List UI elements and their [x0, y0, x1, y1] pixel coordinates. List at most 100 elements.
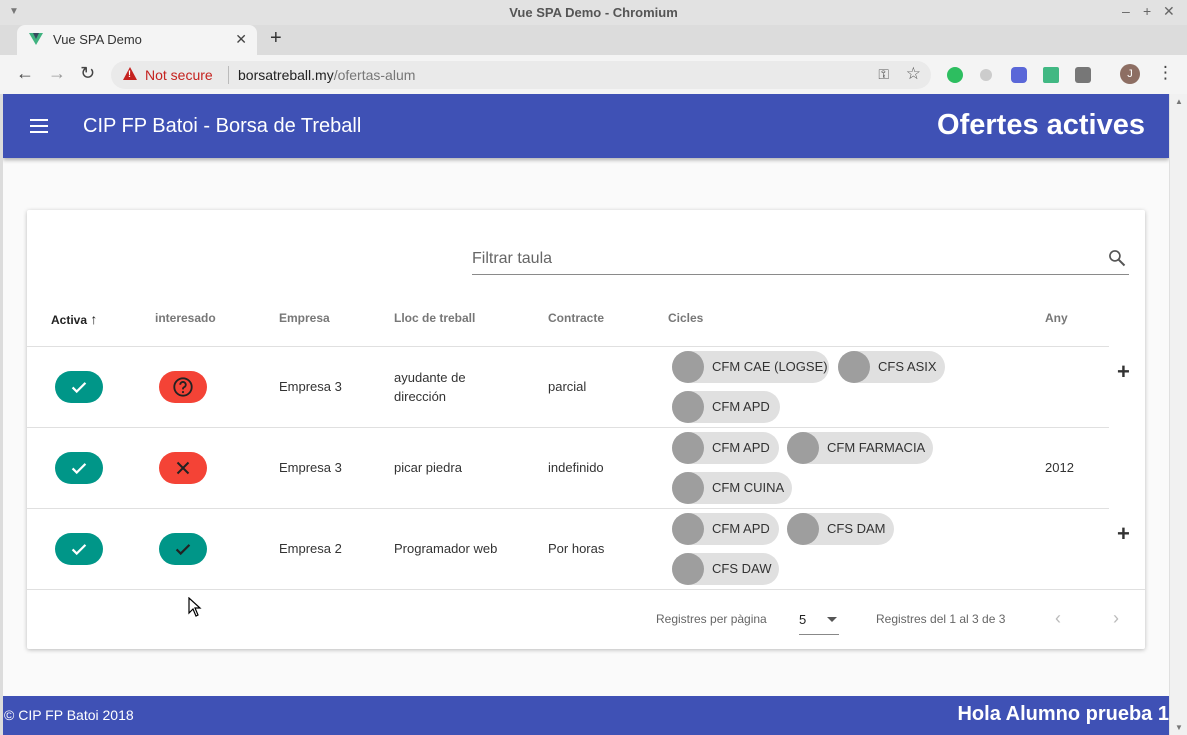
key-icon[interactable]: ⚿ [878, 66, 889, 83]
next-page-button[interactable]: › [1113, 608, 1119, 629]
activa-check-button[interactable] [55, 371, 103, 403]
check-icon [71, 463, 87, 475]
profile-avatar[interactable]: J [1120, 64, 1140, 84]
page-viewport: CIP FP Batoi - Borsa de Treball Ofertes … [3, 94, 1169, 735]
header-empresa[interactable]: Empresa [279, 311, 330, 325]
search-field[interactable]: Filtrar taula [472, 248, 1129, 275]
browser-toolbar: ← → ↻ Not secure borsatreball.my/ofertas… [0, 55, 1187, 94]
back-button[interactable]: ← [16, 63, 34, 84]
sort-asc-icon[interactable]: ↑ [90, 311, 97, 327]
header-any[interactable]: Any [1045, 311, 1068, 325]
range-text: Registres del 1 al 3 de 3 [876, 612, 1006, 626]
evernote-extension-icon[interactable] [947, 67, 963, 83]
search-placeholder: Filtrar taula [472, 250, 553, 267]
address-bar[interactable]: Not secure borsatreball.my/ofertas-alum … [111, 61, 931, 89]
bookmark-star-icon[interactable]: ☆ [906, 64, 921, 84]
app-title: CIP FP Batoi - Borsa de Treball [83, 115, 362, 137]
maximize-icon[interactable]: + [1143, 3, 1151, 19]
contracte-cell: parcial [548, 379, 587, 394]
url-path: /ofertas-alum [333, 67, 416, 83]
chip-avatar [672, 351, 704, 383]
contracte-cell: indefinido [548, 460, 604, 475]
interesado-yes-button[interactable] [159, 533, 207, 565]
browser-menu-icon[interactable]: ⋮ [1157, 63, 1174, 83]
close-icon [176, 461, 190, 475]
per-page-select[interactable]: 5 [799, 603, 839, 635]
cicle-chip[interactable]: CFM APD [672, 432, 779, 464]
scroll-down-icon[interactable]: ▼ [1175, 723, 1183, 732]
table-row[interactable]: Empresa 3 picar piedra indefinido CFM AP… [27, 428, 1109, 509]
footer-copyright: © CIP FP Batoi 2018 [4, 707, 134, 723]
table-row[interactable]: Empresa 3 ayudante de dirección parcial … [27, 347, 1130, 428]
close-window-icon[interactable]: ✕ [1163, 3, 1175, 20]
app-bar: CIP FP Batoi - Borsa de Treball Ofertes … [3, 94, 1169, 158]
minimize-icon[interactable]: – [1122, 3, 1130, 19]
header-cicles[interactable]: Cicles [668, 311, 703, 325]
window-titlebar: ▼ Vue SPA Demo - Chromium – + ✕ [0, 0, 1187, 25]
new-tab-button[interactable]: + [270, 27, 282, 50]
header-contracte[interactable]: Contracte [548, 311, 604, 325]
interesado-no-button[interactable] [159, 452, 207, 484]
cicle-chip[interactable]: CFM APD [672, 513, 779, 545]
table-row[interactable]: Empresa 2 Programador web Por horas CFM … [27, 509, 1130, 590]
tab-title: Vue SPA Demo [53, 32, 142, 47]
contracte-cell: Por horas [548, 541, 605, 556]
window-title: Vue SPA Demo - Chromium [509, 5, 678, 20]
interesado-unknown-button[interactable] [159, 371, 207, 403]
mouse-cursor-icon [188, 597, 202, 617]
warning-icon[interactable] [123, 67, 137, 80]
url-host: borsatreball.my [238, 67, 334, 83]
empresa-cell: Empresa 3 [279, 379, 342, 394]
header-activa[interactable]: Activa ↑ [51, 311, 97, 327]
cicle-chip[interactable]: CFS ASIX [838, 351, 945, 383]
scroll-up-icon[interactable]: ▲ [1175, 97, 1183, 106]
page-footer: © CIP FP Batoi 2018 Hola Alumno prueba 1 [3, 696, 1169, 735]
cicle-chip[interactable]: CFM FARMACIA [787, 432, 933, 464]
tab-close-icon[interactable]: ✕ [235, 31, 247, 48]
r-extension-icon[interactable] [1011, 67, 1027, 83]
chip-avatar [672, 391, 704, 423]
check-icon [71, 382, 87, 394]
chip-avatar [672, 553, 704, 585]
vue-devtools-icon[interactable] [1043, 67, 1059, 83]
lloc-cell: ayudante de dirección [394, 370, 466, 404]
expand-row-button[interactable]: + [1117, 359, 1130, 385]
address-divider [228, 66, 229, 84]
chip-avatar [787, 432, 819, 464]
chip-avatar [787, 513, 819, 545]
empresa-cell: Empresa 2 [279, 541, 342, 556]
extension-icon[interactable] [1075, 67, 1091, 83]
vue-favicon-icon [29, 33, 43, 45]
page-title: Ofertes actives [937, 109, 1145, 141]
browser-tab[interactable]: Vue SPA Demo ✕ [17, 25, 257, 55]
footer-greeting: Hola Alumno prueba 1 [957, 703, 1169, 725]
lloc-cell: Programador web [394, 541, 498, 556]
security-status[interactable]: Not secure [145, 67, 213, 83]
cicle-chip[interactable]: CFS DAM [787, 513, 894, 545]
page-scrollbar[interactable]: ▲ ▼ [1169, 94, 1187, 735]
help-circle-icon [173, 377, 193, 397]
reload-button[interactable]: ↻ [80, 63, 95, 84]
expand-row-button[interactable]: + [1117, 521, 1130, 547]
activa-check-button[interactable] [55, 533, 103, 565]
per-page-label: Registres per pàgina [656, 612, 767, 626]
check-icon [71, 544, 87, 556]
prev-page-button[interactable]: ‹ [1055, 608, 1061, 629]
cicle-chip[interactable]: CFM CAE (LOGSE) [672, 351, 829, 383]
cicle-chip[interactable]: CFM CUINA [672, 472, 792, 504]
header-lloc[interactable]: Lloc de treball [394, 311, 475, 325]
search-icon[interactable] [1107, 248, 1127, 268]
cicle-chip[interactable]: CFS DAW [672, 553, 779, 585]
empresa-cell: Empresa 3 [279, 460, 342, 475]
hamburger-menu-icon[interactable] [30, 119, 48, 133]
lloc-cell: picar piedra [394, 460, 462, 475]
activa-check-button[interactable] [55, 452, 103, 484]
chip-avatar [672, 432, 704, 464]
forward-button[interactable]: → [48, 63, 66, 84]
extension-dot-icon[interactable] [980, 69, 992, 81]
header-interesado[interactable]: interesado [155, 311, 216, 325]
chevron-down-icon [827, 617, 837, 622]
check-icon [175, 544, 191, 556]
cicle-chip[interactable]: CFM APD [672, 391, 780, 423]
url-text[interactable]: borsatreball.my/ofertas-alum [238, 67, 415, 83]
